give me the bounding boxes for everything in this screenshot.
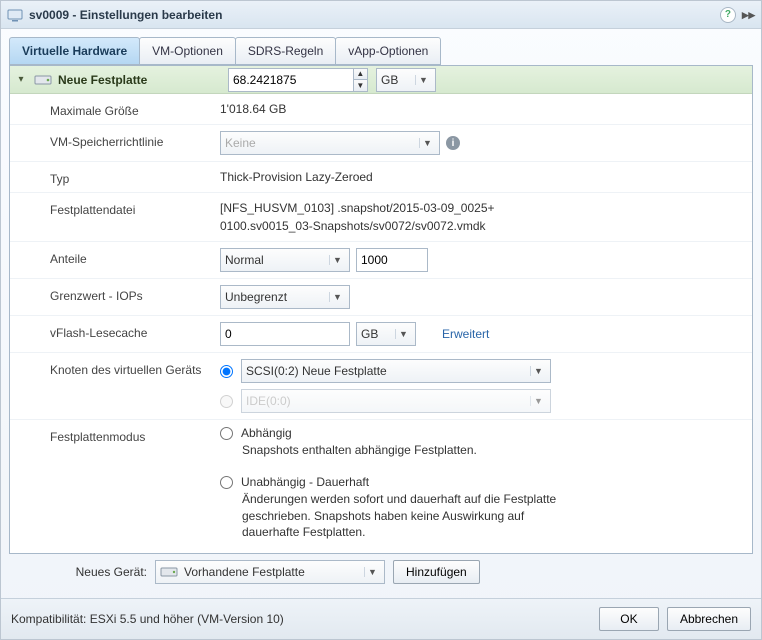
- row-type: Typ Thick-Provision Lazy-Zeroed: [10, 162, 752, 193]
- disk-file-value: [NFS_HUSVM_0103] .snapshot/2015-03-09_00…: [220, 199, 500, 235]
- chevron-down-icon: ▼: [329, 292, 345, 302]
- mode-dependent-radio[interactable]: [220, 427, 233, 440]
- node-scsi-select[interactable]: SCSI(0:2) Neue Festplatte ▼: [241, 359, 551, 383]
- provision-type-value: Thick-Provision Lazy-Zeroed: [220, 168, 373, 186]
- help-icon[interactable]: ?: [720, 7, 736, 23]
- window-title: sv0009 - Einstellungen bearbeiten: [29, 8, 222, 22]
- row-max-size: Maximale Größe 1'018.64 GB: [10, 94, 752, 125]
- chevron-down-icon: ▼: [415, 75, 431, 85]
- new-device-row: Neues Gerät: Vorhandene Festplatte ▼ Hin…: [9, 554, 753, 590]
- disk-size-spinner[interactable]: ▲ ▼: [228, 68, 368, 92]
- max-size-value: 1'018.64 GB: [220, 100, 286, 118]
- tabstrip: Virtuelle Hardware VM-Optionen SDRS-Rege…: [9, 37, 753, 65]
- row-iops-limit: Grenzwert - IOPs Unbegrenzt ▼: [10, 279, 752, 316]
- node-ide-select: IDE(0:0) ▼: [241, 389, 551, 413]
- chevron-down-icon: ▼: [530, 396, 546, 406]
- iops-limit-select[interactable]: Unbegrenzt ▼: [220, 285, 350, 309]
- node-scsi-radio[interactable]: [220, 365, 233, 378]
- storage-policy-select[interactable]: Keine ▼: [220, 131, 440, 155]
- harddisk-icon: [160, 566, 178, 578]
- chevron-down-icon: ▼: [530, 366, 546, 376]
- row-device-node: Knoten des virtuellen Geräts SCSI(0:2) N…: [10, 353, 752, 420]
- disk-size-unit-select[interactable]: GB ▼: [376, 68, 436, 92]
- shares-value-input[interactable]: [356, 248, 428, 272]
- compatibility-text: Kompatibilität: ESXi 5.5 und höher (VM-V…: [11, 612, 284, 626]
- bottom-bar: Kompatibilität: ESXi 5.5 und höher (VM-V…: [1, 598, 761, 639]
- mode-independent-persistent-radio[interactable]: [220, 476, 233, 489]
- add-device-button[interactable]: Hinzufügen: [393, 560, 480, 584]
- row-vflash: vFlash-Lesecache GB ▼ Erweitert: [10, 316, 752, 353]
- row-disk-mode: Festplattenmodus Abhängig Snapshots enth…: [10, 420, 752, 554]
- section-title: Neue Festplatte: [58, 73, 228, 87]
- spinner-up-icon[interactable]: ▲: [354, 69, 367, 81]
- content-area: Virtuelle Hardware VM-Optionen SDRS-Rege…: [1, 29, 761, 598]
- edit-settings-window: sv0009 - Einstellungen bearbeiten ? ▸▸ V…: [0, 0, 762, 640]
- vm-icon: [7, 8, 23, 22]
- chevron-down-icon: ▼: [329, 255, 345, 265]
- disk-size-input[interactable]: [229, 69, 353, 91]
- ok-button[interactable]: OK: [599, 607, 659, 631]
- row-disk-file: Festplattendatei [NFS_HUSVM_0103] .snaps…: [10, 193, 752, 242]
- chevron-down-icon: ▼: [364, 567, 380, 577]
- node-ide-radio: [220, 395, 233, 408]
- hardware-panel: ▾ Neue Festplatte ▲ ▼ GB ▼: [9, 65, 753, 554]
- disk-section-header[interactable]: ▾ Neue Festplatte ▲ ▼ GB ▼: [10, 66, 752, 94]
- shares-level-select[interactable]: Normal ▼: [220, 248, 350, 272]
- vflash-value-input[interactable]: [220, 322, 350, 346]
- titlebar: sv0009 - Einstellungen bearbeiten ? ▸▸: [1, 1, 761, 29]
- new-device-select[interactable]: Vorhandene Festplatte ▼: [155, 560, 385, 584]
- cancel-button[interactable]: Abbrechen: [667, 607, 751, 631]
- harddisk-icon: [34, 73, 52, 87]
- tab-vapp[interactable]: vApp-Optionen: [335, 37, 441, 65]
- collapse-toggle-icon[interactable]: ▾: [14, 74, 28, 85]
- vflash-unit-select[interactable]: GB ▼: [356, 322, 416, 346]
- tab-sdrs[interactable]: SDRS-Regeln: [235, 37, 336, 65]
- panel-toggle-icon[interactable]: ▸▸: [742, 7, 755, 23]
- row-storage-policy: VM-Speicherrichtlinie Keine ▼ i: [10, 125, 752, 162]
- row-shares: Anteile Normal ▼: [10, 242, 752, 279]
- vflash-advanced-link[interactable]: Erweitert: [442, 327, 489, 341]
- tab-hardware[interactable]: Virtuelle Hardware: [9, 37, 140, 65]
- tab-vm-options[interactable]: VM-Optionen: [139, 37, 236, 65]
- info-icon[interactable]: i: [446, 136, 460, 150]
- spinner-down-icon[interactable]: ▼: [354, 80, 367, 91]
- chevron-down-icon: ▼: [419, 138, 435, 148]
- chevron-down-icon: ▼: [395, 329, 411, 339]
